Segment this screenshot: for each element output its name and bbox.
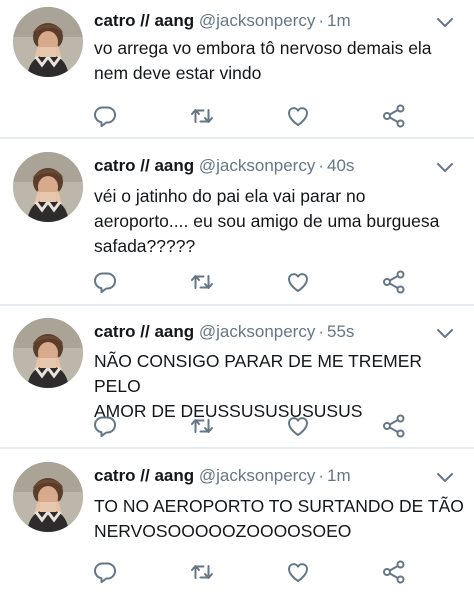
display-name[interactable]: catro // aang — [94, 466, 194, 485]
display-name[interactable]: catro // aang — [94, 156, 194, 175]
tweet[interactable]: catro // aang @jacksonpercy · 55s NÃO CONS… — [0, 306, 474, 448]
tweet-text-line: aeroporto.... eu sou amigo de uma burgue… — [94, 211, 440, 231]
retweet-icon[interactable] — [189, 559, 215, 585]
tweet-text-line: véi o jatinho do pai ela vai parar no — [94, 186, 366, 206]
heart-icon[interactable] — [285, 413, 311, 439]
avatar[interactable] — [13, 152, 83, 222]
tweet-feed: catro // aang @jacksonpercy · 1m vo arrega… — [0, 0, 474, 593]
reply-icon[interactable] — [92, 559, 118, 585]
avatar[interactable] — [13, 462, 83, 532]
tweet-actions — [0, 559, 474, 589]
timestamp[interactable]: 55s — [327, 322, 354, 341]
tweet-text-line: nem deve estar vindo — [94, 63, 262, 83]
tweet[interactable]: catro // aang @jacksonpercy · 1m TO NO AER… — [0, 449, 474, 593]
tweet-text-line: NÃO CONSIGO PARAR DE ME TREMER PELO — [94, 351, 423, 396]
timestamp[interactable]: 1m — [327, 11, 351, 30]
avatar[interactable] — [13, 7, 83, 77]
timestamp[interactable]: 40s — [327, 156, 354, 175]
tweet-text-line: vo arrega vo embora tô nervoso demais el… — [94, 38, 432, 58]
chevron-down-icon[interactable] — [436, 161, 454, 175]
tweet[interactable]: catro // aang @jacksonpercy · 1m vo arrega… — [0, 0, 474, 138]
heart-icon[interactable] — [285, 559, 311, 585]
chevron-down-icon[interactable] — [436, 327, 454, 341]
separator-dot: · — [318, 322, 325, 341]
retweet-icon[interactable] — [189, 269, 215, 295]
user-handle[interactable]: @jacksonpercy — [199, 11, 315, 30]
tweet-text-line: TO NO AEROPORTO TO SURTANDO DE TÃO — [94, 496, 464, 516]
display-name[interactable]: catro // aang — [94, 322, 194, 341]
share-icon[interactable] — [381, 413, 407, 439]
share-icon[interactable] — [381, 559, 407, 585]
tweet[interactable]: catro // aang @jacksonpercy · 40s véi o ja… — [0, 139, 474, 305]
share-icon[interactable] — [381, 103, 407, 129]
reply-icon[interactable] — [92, 269, 118, 295]
display-name[interactable]: catro // aang — [94, 11, 194, 30]
separator-dot: · — [318, 156, 325, 175]
tweet-text-line: NERVOSOOOOOZOOOOSOEO — [94, 521, 352, 541]
separator-dot: · — [318, 11, 325, 30]
tweet-text-line: safada????? — [94, 236, 196, 256]
reply-icon[interactable] — [92, 103, 118, 129]
separator-dot: · — [318, 466, 325, 485]
chevron-down-icon[interactable] — [436, 16, 454, 30]
retweet-icon[interactable] — [189, 413, 215, 439]
retweet-icon[interactable] — [189, 103, 215, 129]
tweet-text: véi o jatinho do pai ela vai parar no ae… — [94, 184, 466, 259]
tweet-text: TO NO AEROPORTO TO SURTANDO DE TÃO NERVO… — [94, 494, 466, 544]
heart-icon[interactable] — [285, 269, 311, 295]
timestamp[interactable]: 1m — [327, 466, 351, 485]
user-handle[interactable]: @jacksonpercy — [199, 322, 315, 341]
tweet-actions — [0, 269, 474, 299]
avatar[interactable] — [13, 318, 83, 388]
reply-icon[interactable] — [92, 413, 118, 439]
tweet-header: catro // aang @jacksonpercy · 55s — [94, 320, 354, 344]
chevron-down-icon[interactable] — [436, 471, 454, 485]
tweet-actions — [0, 413, 474, 443]
tweet-header: catro // aang @jacksonpercy · 40s — [94, 154, 354, 178]
tweet-header: catro // aang @jacksonpercy · 1m — [94, 9, 351, 33]
user-handle[interactable]: @jacksonpercy — [199, 156, 315, 175]
tweet-text: vo arrega vo embora tô nervoso demais el… — [94, 36, 466, 86]
heart-icon[interactable] — [285, 103, 311, 129]
tweet-header: catro // aang @jacksonpercy · 1m — [94, 464, 351, 488]
share-icon[interactable] — [381, 269, 407, 295]
user-handle[interactable]: @jacksonpercy — [199, 466, 315, 485]
tweet-actions — [0, 103, 474, 133]
